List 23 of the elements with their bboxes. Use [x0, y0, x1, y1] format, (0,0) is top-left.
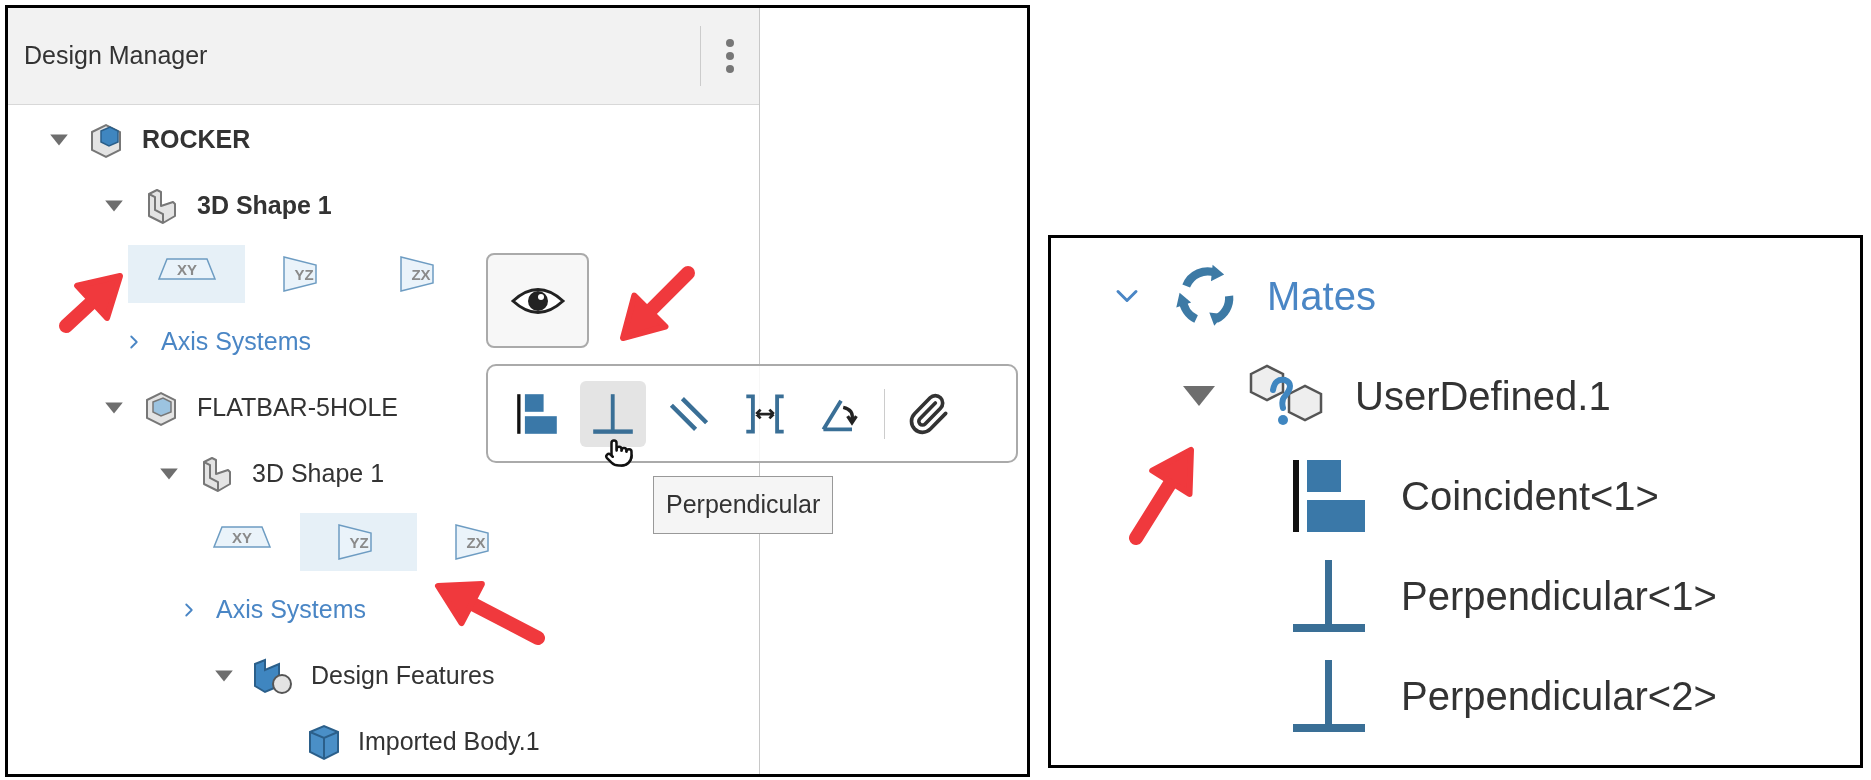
- tree-item-label[interactable]: Axis Systems: [161, 323, 312, 361]
- tree-item-label[interactable]: FLATBAR-5HOLE: [197, 389, 398, 427]
- visibility-button[interactable]: [486, 253, 589, 348]
- tree-item-label[interactable]: ROCKER: [142, 121, 251, 159]
- features-icon: [251, 656, 295, 696]
- tree-item-label[interactable]: UserDefined.1: [1355, 366, 1611, 426]
- tree-item-label[interactable]: Axis Systems: [216, 591, 367, 629]
- perpendicular-tool-button[interactable]: [580, 380, 646, 447]
- tree-item-label[interactable]: 3D Shape 1: [197, 187, 332, 225]
- perpendicular-icon: [591, 391, 635, 436]
- tree-item-label[interactable]: Imported Body.1: [358, 723, 540, 761]
- more-options-icon[interactable]: [725, 38, 735, 74]
- coincident-icon: [515, 391, 559, 436]
- tree-item-label[interactable]: Perpendicular<1>: [1401, 566, 1717, 626]
- tooltip: Perpendicular: [653, 476, 834, 534]
- panel-title: Design Manager: [24, 40, 208, 72]
- distance-icon: [743, 391, 787, 436]
- cube-icon: [306, 722, 342, 762]
- tree-item-label[interactable]: Coincident<1>: [1401, 466, 1659, 526]
- section-title[interactable]: Mates: [1267, 266, 1376, 326]
- tree-item-label[interactable]: Perpendicular<2>: [1401, 666, 1717, 726]
- tree-item-label[interactable]: Design Features: [311, 657, 495, 695]
- tree-item-label[interactable]: 3D Shape 1: [252, 455, 385, 493]
